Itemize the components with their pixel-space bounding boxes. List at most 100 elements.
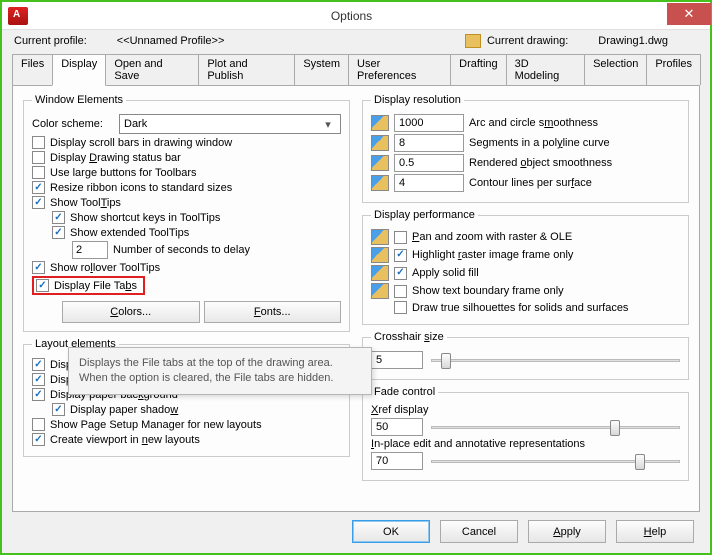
tab-open-save[interactable]: Open and Save — [105, 54, 199, 85]
lbl-extended-tooltips: Show extended ToolTips — [70, 227, 189, 239]
tab-display[interactable]: Display — [52, 54, 106, 86]
tab-system[interactable]: System — [294, 54, 349, 85]
display-resolution-group: Display resolution Arc and circle smooth… — [362, 94, 689, 203]
tab-body: Window Elements Color scheme: Dark ▾ Dis… — [12, 85, 700, 512]
left-column: Window Elements Color scheme: Dark ▾ Dis… — [23, 94, 350, 503]
lbl-rollover: Show rollover ToolTips — [50, 262, 160, 274]
crosshair-legend: Crosshair size — [371, 331, 447, 343]
apply-button[interactable]: Apply — [528, 520, 606, 543]
right-column: Display resolution Arc and circle smooth… — [362, 94, 689, 503]
chk-paper-shadow[interactable] — [52, 403, 65, 416]
chk-rollover[interactable] — [32, 261, 45, 274]
tab-3d-modeling[interactable]: 3D Modeling — [506, 54, 585, 85]
autocad-icon — [371, 115, 389, 131]
chk-paper-bg[interactable] — [32, 388, 45, 401]
contour-input[interactable] — [394, 174, 464, 192]
rendered-input[interactable] — [394, 154, 464, 172]
tab-drafting[interactable]: Drafting — [450, 54, 507, 85]
lbl-status-bar: Display Drawing status bar — [50, 152, 181, 164]
tab-profiles[interactable]: Profiles — [646, 54, 701, 85]
lbl-highlight: Highlight raster image frame only — [412, 249, 573, 261]
file-tabs-highlight: Display File Tabs — [32, 276, 145, 295]
xref-label: Xref display — [371, 404, 680, 416]
inplace-label: In-place edit and annotative representat… — [371, 438, 680, 450]
tab-plot-publish[interactable]: Plot and Publish — [198, 54, 295, 85]
tab-strip: Files Display Open and Save Plot and Pub… — [2, 50, 710, 85]
chk-extended-tooltips[interactable] — [52, 226, 65, 239]
inplace-input[interactable] — [371, 452, 423, 470]
lbl-seg: Segments in a polyline curve — [469, 137, 610, 149]
dialog-footer: OK Cancel Apply Help — [2, 512, 710, 553]
seconds-input[interactable] — [72, 241, 108, 259]
color-scheme-select[interactable]: Dark ▾ — [119, 114, 341, 134]
fonts-button[interactable]: Fonts... — [204, 301, 342, 323]
chk-scroll-bars[interactable] — [32, 136, 45, 149]
lbl-scroll-bars: Display scroll bars in drawing window — [50, 137, 232, 149]
lbl-pan-zoom: Pan and zoom with raster & OLE — [412, 231, 572, 243]
chk-text-boundary[interactable] — [394, 285, 407, 298]
chk-file-tabs[interactable] — [36, 279, 49, 292]
autocad-icon — [371, 175, 389, 191]
autocad-icon — [371, 283, 389, 299]
profile-label: Current profile: — [14, 35, 87, 47]
fade-legend: Fade control — [371, 386, 438, 398]
lbl-file-tabs: Display File Tabs — [54, 280, 137, 292]
colors-button[interactable]: Colors... — [62, 301, 200, 323]
crosshair-input[interactable] — [371, 351, 423, 369]
tab-files[interactable]: Files — [12, 54, 53, 85]
lbl-page-setup: Show Page Setup Manager for new layouts — [50, 419, 262, 431]
lbl-cont: Contour lines per surface — [469, 177, 592, 189]
options-dialog: Options ✕ Current profile: <<Unnamed Pro… — [0, 0, 712, 555]
chk-resize-icons[interactable] — [32, 181, 45, 194]
chk-printable[interactable] — [32, 373, 45, 386]
chk-highlight[interactable] — [394, 249, 407, 262]
arc-smoothness-input[interactable] — [394, 114, 464, 132]
chk-viewport[interactable] — [32, 433, 45, 446]
display-resolution-legend: Display resolution — [371, 94, 464, 106]
chk-layout-model[interactable] — [32, 358, 45, 371]
lbl-show-tooltips: Show ToolTips — [50, 197, 121, 209]
lbl-viewport: Create viewport in new layouts — [50, 434, 200, 446]
window-elements-legend: Window Elements — [32, 94, 126, 106]
autocad-icon — [371, 135, 389, 151]
display-performance-legend: Display performance — [371, 209, 478, 221]
profile-value: <<Unnamed Profile>> — [117, 35, 225, 47]
chk-large-buttons[interactable] — [32, 166, 45, 179]
inplace-slider[interactable] — [431, 452, 680, 470]
chk-page-setup[interactable] — [32, 418, 45, 431]
display-performance-group: Display performance Pan and zoom with ra… — [362, 209, 689, 325]
tab-user-pref[interactable]: User Preferences — [348, 54, 451, 85]
chk-show-tooltips[interactable] — [32, 196, 45, 209]
color-scheme-value: Dark — [124, 118, 147, 130]
drawing-label: Current drawing: — [487, 35, 568, 47]
lbl-arc: Arc and circle smoothness — [469, 117, 598, 129]
tooltip: Displays the File tabs at the top of the… — [68, 347, 372, 395]
lbl-shortcut-keys: Show shortcut keys in ToolTips — [70, 212, 220, 224]
chk-shortcut-keys[interactable] — [52, 211, 65, 224]
window-elements-group: Window Elements Color scheme: Dark ▾ Dis… — [23, 94, 350, 332]
chk-solid-fill[interactable] — [394, 267, 407, 280]
header-row: Current profile: <<Unnamed Profile>> Cur… — [2, 30, 710, 50]
tab-selection[interactable]: Selection — [584, 54, 647, 85]
help-button[interactable]: Help — [616, 520, 694, 543]
lbl-large-buttons: Use large buttons for Toolbars — [50, 167, 197, 179]
lbl-paper-shadow: Display paper shadow — [70, 404, 178, 416]
lbl-solid-fill: Apply solid fill — [412, 267, 479, 279]
lbl-seconds: Number of seconds to delay — [113, 244, 250, 256]
autocad-icon — [371, 247, 389, 263]
chk-true-sil[interactable] — [394, 301, 407, 314]
crosshair-group: Crosshair size — [362, 331, 689, 380]
chevron-down-icon: ▾ — [320, 118, 336, 131]
segments-input[interactable] — [394, 134, 464, 152]
autocad-icon — [371, 155, 389, 171]
chk-pan-zoom[interactable] — [394, 231, 407, 244]
crosshair-slider[interactable] — [431, 351, 680, 369]
chk-status-bar[interactable] — [32, 151, 45, 164]
cancel-button[interactable]: Cancel — [440, 520, 518, 543]
ok-button[interactable]: OK — [352, 520, 430, 543]
close-button[interactable]: ✕ — [667, 3, 711, 25]
autocad-icon — [371, 265, 389, 281]
xref-slider[interactable] — [431, 418, 680, 436]
fade-control-group: Fade control Xref display In-place edit … — [362, 386, 689, 481]
xref-input[interactable] — [371, 418, 423, 436]
